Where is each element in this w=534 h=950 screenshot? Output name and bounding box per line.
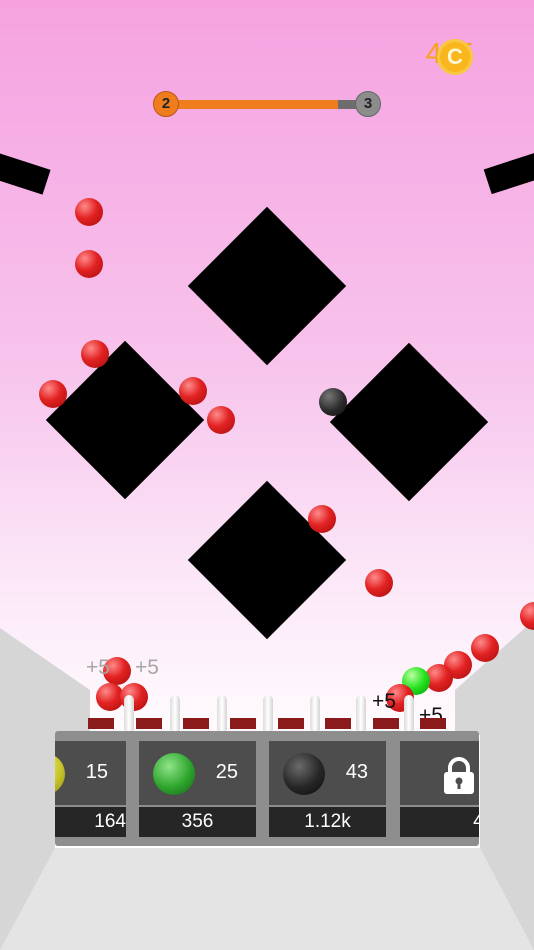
level-progress-bar — [166, 100, 368, 109]
red-ball — [471, 634, 499, 662]
collector-peg — [170, 695, 180, 731]
collector-peg — [310, 695, 320, 731]
shop-card-locked[interactable]: 4.2k — [400, 741, 479, 837]
red-ball — [207, 406, 235, 434]
red-ball — [75, 198, 103, 226]
upgrade-price: 356 — [139, 807, 256, 837]
coin-icon: C — [437, 39, 473, 75]
ball-shop-tray[interactable]: 15 164 25 356 43 1.12k 4 — [55, 731, 479, 846]
game-scene[interactable]: 435 C 2 3 +5 +5 +5 +5 — [0, 0, 534, 950]
current-level-badge: 2 — [153, 91, 179, 117]
ball-count: 43 — [345, 761, 368, 783]
collector-slot — [373, 718, 399, 729]
upgrade-price: 1.12k — [269, 807, 386, 837]
ball-count: 15 — [85, 761, 108, 783]
next-level-badge: 3 — [355, 91, 381, 117]
upgrade-price: 164 — [55, 807, 126, 837]
green-ball-icon — [153, 753, 195, 795]
collector-slot — [230, 718, 256, 729]
ball-count: 25 — [215, 761, 238, 783]
collector-slot — [183, 718, 209, 729]
collector-slot — [420, 718, 446, 729]
red-ball — [308, 505, 336, 533]
shop-card-yellow[interactable]: 15 164 — [55, 741, 126, 837]
shop-card-green[interactable]: 25 356 — [139, 741, 256, 837]
score-popup: +5 — [135, 656, 159, 679]
level-progress-fill — [166, 100, 338, 109]
collector-slot — [88, 718, 114, 729]
red-ball — [365, 569, 393, 597]
black-ball-icon — [283, 753, 325, 795]
shop-card-black[interactable]: 43 1.12k — [269, 741, 386, 837]
yellow-ball-icon — [55, 753, 65, 795]
collector-slot — [278, 718, 304, 729]
collector-slot — [136, 718, 162, 729]
upgrade-price: 4.2k — [400, 807, 479, 837]
red-ball — [75, 250, 103, 278]
collector-peg — [124, 695, 134, 731]
lock-icon — [444, 757, 474, 794]
collector-peg — [217, 695, 227, 731]
collector-peg — [263, 695, 273, 731]
collector-peg — [356, 695, 366, 731]
black-ball — [319, 388, 347, 416]
collector-slot — [325, 718, 351, 729]
score-popup: +5 — [372, 690, 396, 713]
red-ball — [39, 380, 67, 408]
collector-peg — [404, 695, 414, 731]
score-popup: +5 — [86, 656, 110, 679]
red-ball — [81, 340, 109, 368]
red-ball — [179, 377, 207, 405]
